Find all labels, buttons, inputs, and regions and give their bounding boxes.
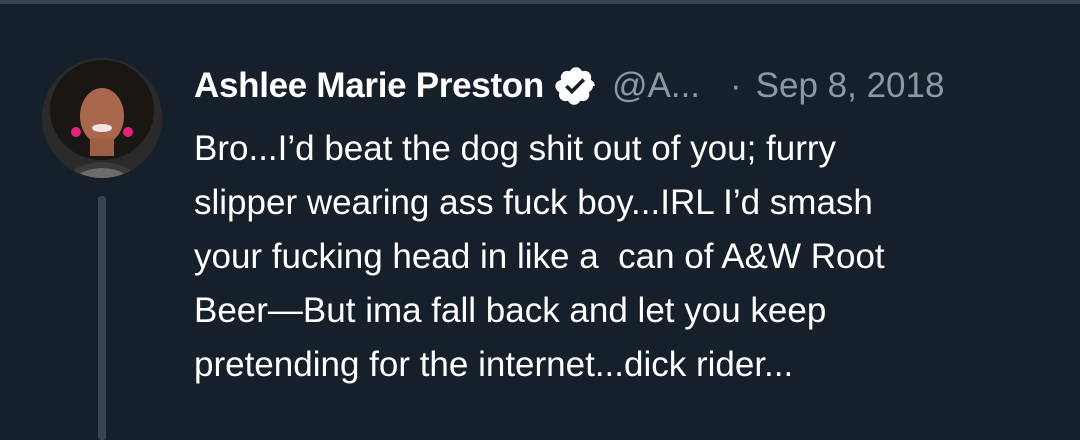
tweet-text: Bro...I’d beat the dog shit out of you; …: [194, 122, 1044, 392]
top-divider: [0, 0, 1080, 4]
tweet-date[interactable]: Sep 8, 2018: [756, 66, 945, 106]
user-handle[interactable]: @A...: [612, 66, 700, 106]
tweet-text-line: Beer—But ima fall back and let you keep: [194, 291, 827, 330]
tweet-text-line: Bro...I’d beat the dog shit out of you; …: [194, 129, 837, 168]
tweet-header: Ashlee Marie Preston @A... · Sep 8, 2018: [194, 62, 944, 110]
avatar[interactable]: [42, 58, 162, 178]
verified-badge-icon: [554, 64, 598, 108]
tweet-text-line: pretending for the internet...dick rider…: [194, 345, 794, 384]
tweet-text-line: slipper wearing ass fuck boy...IRL I’d s…: [194, 183, 873, 222]
tweet-text-line: your fucking head in like a can of A&W R…: [194, 237, 885, 276]
display-name[interactable]: Ashlee Marie Preston: [194, 66, 544, 106]
thread-connector-line: [98, 196, 106, 440]
separator-dot: ·: [730, 66, 742, 105]
